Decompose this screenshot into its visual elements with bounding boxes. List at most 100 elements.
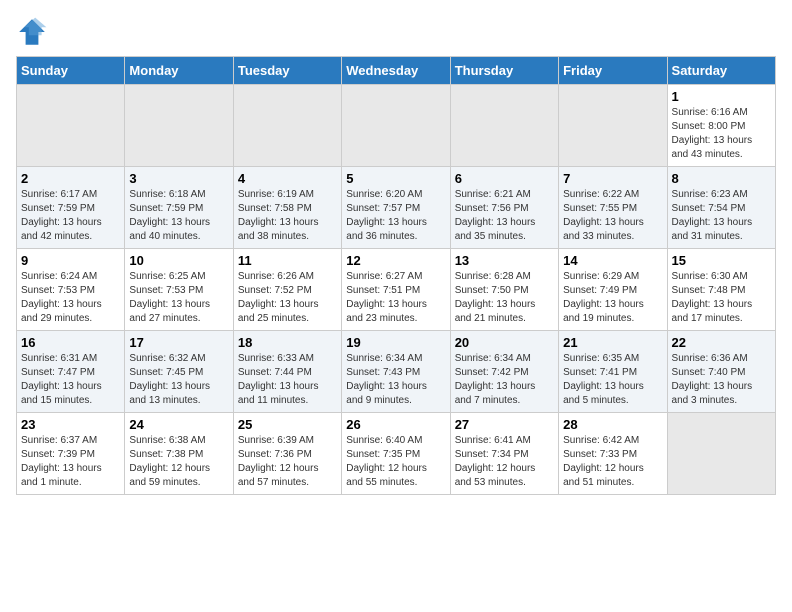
calendar-cell: 15 Sunrise: 6:30 AM Sunset: 7:48 PM Dayli… <box>667 249 775 331</box>
day-detail: Sunrise: 6:33 AM Sunset: 7:44 PM Dayligh… <box>238 352 337 408</box>
day-detail: Sunrise: 6:21 AM Sunset: 7:56 PM Dayligh… <box>455 188 554 244</box>
day-number: 2 <box>21 171 120 186</box>
day-number: 15 <box>672 253 771 268</box>
day-number: 19 <box>346 335 445 350</box>
day-detail: Sunrise: 6:25 AM Sunset: 7:53 PM Dayligh… <box>129 270 228 326</box>
calendar-cell: 24 Sunrise: 6:38 AM Sunset: 7:38 PM Dayli… <box>125 413 233 495</box>
calendar-cell: 5 Sunrise: 6:20 AM Sunset: 7:57 PM Daylig… <box>342 167 450 249</box>
day-detail: Sunrise: 6:32 AM Sunset: 7:45 PM Dayligh… <box>129 352 228 408</box>
day-detail: Sunrise: 6:35 AM Sunset: 7:41 PM Dayligh… <box>563 352 662 408</box>
day-detail: Sunrise: 6:20 AM Sunset: 7:57 PM Dayligh… <box>346 188 445 244</box>
day-detail: Sunrise: 6:31 AM Sunset: 7:47 PM Dayligh… <box>21 352 120 408</box>
header-saturday: Saturday <box>667 57 775 85</box>
calendar-cell: 17 Sunrise: 6:32 AM Sunset: 7:45 PM Dayli… <box>125 331 233 413</box>
day-detail: Sunrise: 6:17 AM Sunset: 7:59 PM Dayligh… <box>21 188 120 244</box>
calendar-cell: 10 Sunrise: 6:25 AM Sunset: 7:53 PM Dayli… <box>125 249 233 331</box>
day-number: 23 <box>21 417 120 432</box>
calendar-cell <box>17 85 125 167</box>
calendar-cell: 21Sunrise: 6:35 AM Sunset: 7:41 PM Dayli… <box>559 331 667 413</box>
day-detail: Sunrise: 6:27 AM Sunset: 7:51 PM Dayligh… <box>346 270 445 326</box>
calendar-table: SundayMondayTuesdayWednesdayThursdayFrid… <box>16 56 776 495</box>
day-number: 18 <box>238 335 337 350</box>
calendar-cell: 27Sunrise: 6:41 AM Sunset: 7:34 PM Dayli… <box>450 413 558 495</box>
day-number: 7 <box>563 171 662 186</box>
calendar-cell: 2 Sunrise: 6:17 AM Sunset: 7:59 PM Daylig… <box>17 167 125 249</box>
calendar-cell: 20 Sunrise: 6:34 AM Sunset: 7:42 PM Dayli… <box>450 331 558 413</box>
logo-icon <box>16 16 48 48</box>
calendar-cell: 1 Sunrise: 6:16 AM Sunset: 8:00 PM Daylig… <box>667 85 775 167</box>
day-number: 17 <box>129 335 228 350</box>
header-wednesday: Wednesday <box>342 57 450 85</box>
calendar-cell: 14 Sunrise: 6:29 AM Sunset: 7:49 PM Dayli… <box>559 249 667 331</box>
day-detail: Sunrise: 6:18 AM Sunset: 7:59 PM Dayligh… <box>129 188 228 244</box>
calendar-cell: 6 Sunrise: 6:21 AM Sunset: 7:56 PM Daylig… <box>450 167 558 249</box>
calendar-header-row: SundayMondayTuesdayWednesdayThursdayFrid… <box>17 57 776 85</box>
day-number: 26 <box>346 417 445 432</box>
day-number: 16 <box>21 335 120 350</box>
calendar-week-row: 1 Sunrise: 6:16 AM Sunset: 8:00 PM Daylig… <box>17 85 776 167</box>
calendar-cell: 22 Sunrise: 6:36 AM Sunset: 7:40 PM Dayli… <box>667 331 775 413</box>
day-number: 10 <box>129 253 228 268</box>
header-monday: Monday <box>125 57 233 85</box>
day-detail: Sunrise: 6:24 AM Sunset: 7:53 PM Dayligh… <box>21 270 120 326</box>
calendar-cell <box>559 85 667 167</box>
day-number: 12 <box>346 253 445 268</box>
calendar-week-row: 23 Sunrise: 6:37 AM Sunset: 7:39 PM Dayli… <box>17 413 776 495</box>
day-detail: Sunrise: 6:34 AM Sunset: 7:43 PM Dayligh… <box>346 352 445 408</box>
calendar-cell <box>342 85 450 167</box>
day-number: 9 <box>21 253 120 268</box>
day-detail: Sunrise: 6:29 AM Sunset: 7:49 PM Dayligh… <box>563 270 662 326</box>
header-friday: Friday <box>559 57 667 85</box>
day-detail: Sunrise: 6:37 AM Sunset: 7:39 PM Dayligh… <box>21 434 120 490</box>
calendar-cell: 18 Sunrise: 6:33 AM Sunset: 7:44 PM Dayli… <box>233 331 341 413</box>
day-detail: Sunrise: 6:16 AM Sunset: 8:00 PM Dayligh… <box>672 106 771 162</box>
day-detail: Sunrise: 6:22 AM Sunset: 7:55 PM Dayligh… <box>563 188 662 244</box>
day-detail: Sunrise: 6:42 AM Sunset: 7:33 PM Dayligh… <box>563 434 662 490</box>
day-number: 24 <box>129 417 228 432</box>
calendar-week-row: 9 Sunrise: 6:24 AM Sunset: 7:53 PM Daylig… <box>17 249 776 331</box>
calendar-cell: 9 Sunrise: 6:24 AM Sunset: 7:53 PM Daylig… <box>17 249 125 331</box>
header-sunday: Sunday <box>17 57 125 85</box>
day-number: 25 <box>238 417 337 432</box>
calendar-cell: 12 Sunrise: 6:27 AM Sunset: 7:51 PM Dayli… <box>342 249 450 331</box>
calendar-cell: 4 Sunrise: 6:19 AM Sunset: 7:58 PM Daylig… <box>233 167 341 249</box>
calendar-week-row: 2 Sunrise: 6:17 AM Sunset: 7:59 PM Daylig… <box>17 167 776 249</box>
day-detail: Sunrise: 6:36 AM Sunset: 7:40 PM Dayligh… <box>672 352 771 408</box>
day-number: 22 <box>672 335 771 350</box>
day-number: 13 <box>455 253 554 268</box>
day-number: 14 <box>563 253 662 268</box>
day-detail: Sunrise: 6:40 AM Sunset: 7:35 PM Dayligh… <box>346 434 445 490</box>
calendar-cell <box>233 85 341 167</box>
calendar-cell <box>450 85 558 167</box>
day-number: 20 <box>455 335 554 350</box>
day-detail: Sunrise: 6:38 AM Sunset: 7:38 PM Dayligh… <box>129 434 228 490</box>
day-number: 4 <box>238 171 337 186</box>
calendar-cell: 16 Sunrise: 6:31 AM Sunset: 7:47 PM Dayli… <box>17 331 125 413</box>
header-tuesday: Tuesday <box>233 57 341 85</box>
day-detail: Sunrise: 6:28 AM Sunset: 7:50 PM Dayligh… <box>455 270 554 326</box>
day-number: 5 <box>346 171 445 186</box>
day-number: 28 <box>563 417 662 432</box>
day-detail: Sunrise: 6:30 AM Sunset: 7:48 PM Dayligh… <box>672 270 771 326</box>
calendar-cell: 25 Sunrise: 6:39 AM Sunset: 7:36 PM Dayli… <box>233 413 341 495</box>
header <box>16 16 776 48</box>
day-detail: Sunrise: 6:34 AM Sunset: 7:42 PM Dayligh… <box>455 352 554 408</box>
day-number: 8 <box>672 171 771 186</box>
day-number: 11 <box>238 253 337 268</box>
day-number: 1 <box>672 89 771 104</box>
day-number: 3 <box>129 171 228 186</box>
calendar-cell: 3 Sunrise: 6:18 AM Sunset: 7:59 PM Daylig… <box>125 167 233 249</box>
logo <box>16 16 54 48</box>
day-number: 6 <box>455 171 554 186</box>
day-number: 27 <box>455 417 554 432</box>
day-detail: Sunrise: 6:39 AM Sunset: 7:36 PM Dayligh… <box>238 434 337 490</box>
day-detail: Sunrise: 6:26 AM Sunset: 7:52 PM Dayligh… <box>238 270 337 326</box>
calendar-cell: 26 Sunrise: 6:40 AM Sunset: 7:35 PM Dayli… <box>342 413 450 495</box>
calendar-cell: 7 Sunrise: 6:22 AM Sunset: 7:55 PM Daylig… <box>559 167 667 249</box>
calendar-cell: 13 Sunrise: 6:28 AM Sunset: 7:50 PM Dayli… <box>450 249 558 331</box>
calendar-cell <box>125 85 233 167</box>
calendar-week-row: 16 Sunrise: 6:31 AM Sunset: 7:47 PM Dayli… <box>17 331 776 413</box>
calendar-cell: 28 Sunrise: 6:42 AM Sunset: 7:33 PM Dayli… <box>559 413 667 495</box>
day-detail: Sunrise: 6:19 AM Sunset: 7:58 PM Dayligh… <box>238 188 337 244</box>
header-thursday: Thursday <box>450 57 558 85</box>
